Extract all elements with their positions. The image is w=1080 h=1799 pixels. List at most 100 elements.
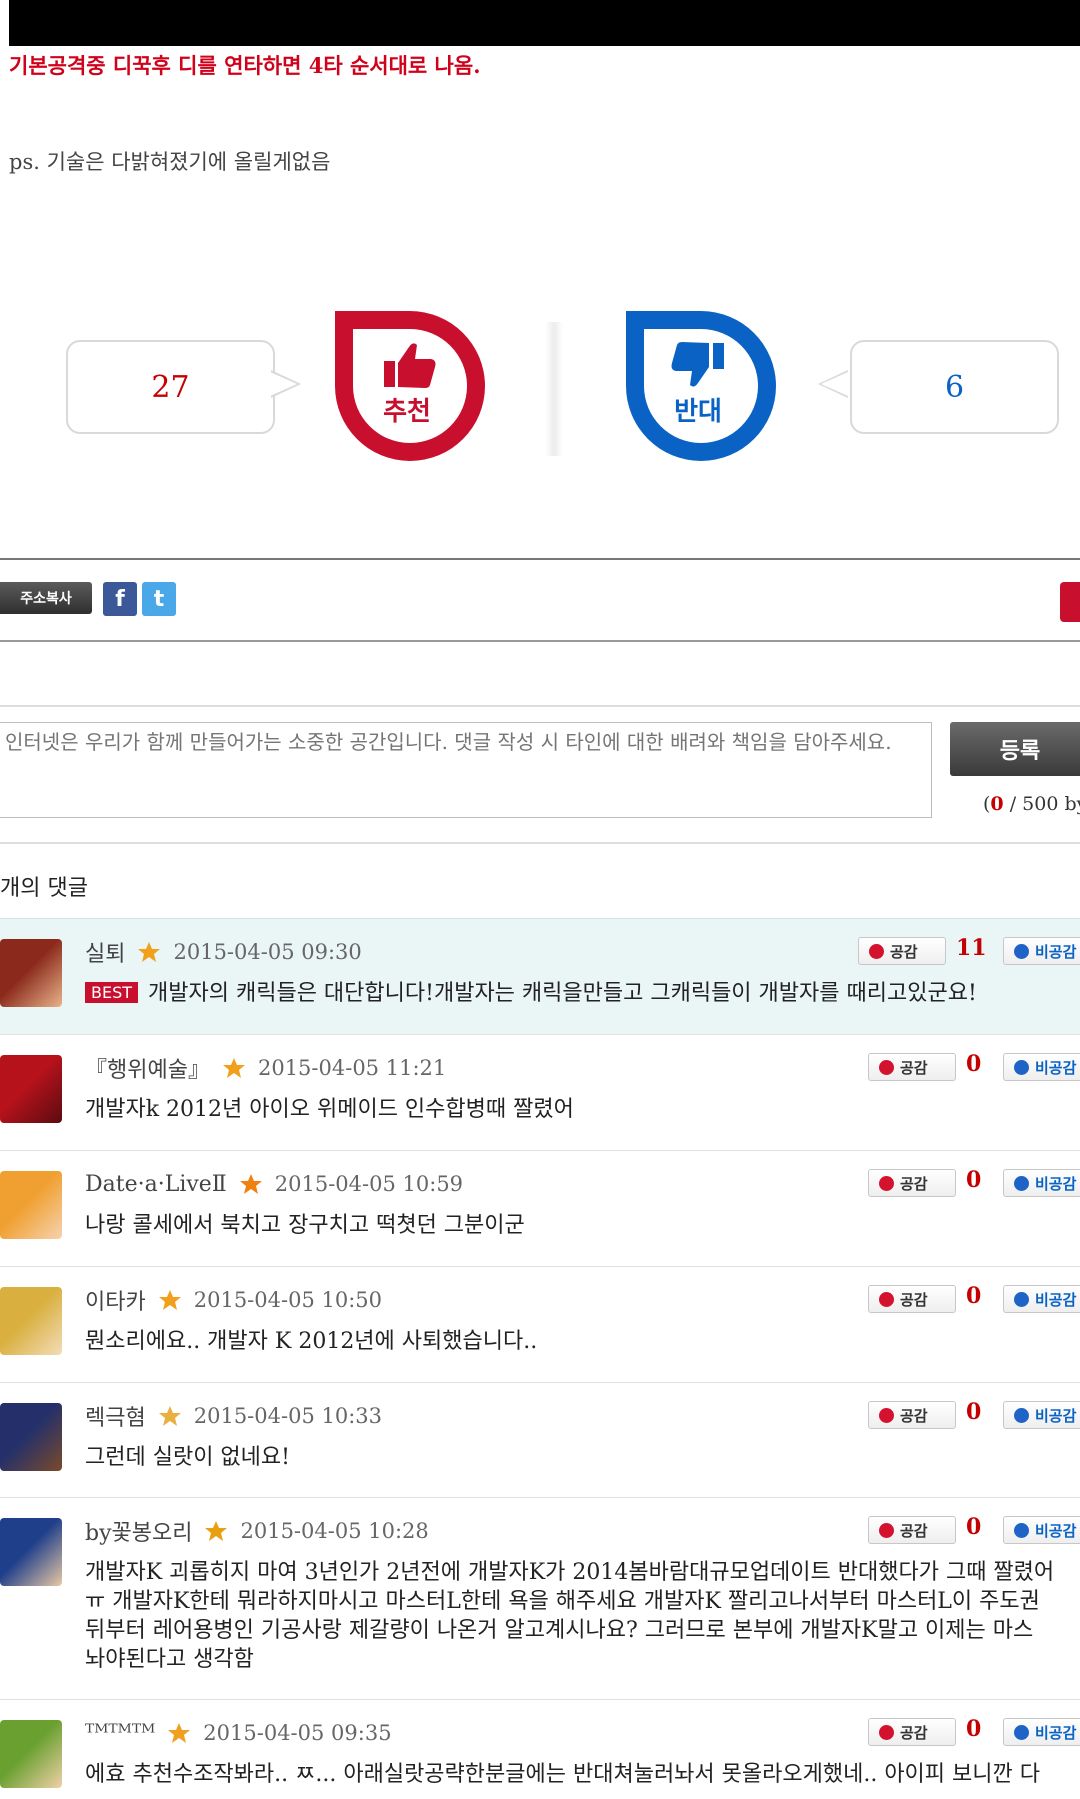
comment-header: 실퇴 2015-04-05 09:30	[85, 937, 362, 967]
avatar[interactable]	[0, 1171, 62, 1239]
comment-header: ᵀᴹᵀᴹᵀᴹ 2015-04-05 09:35	[85, 1718, 392, 1748]
comment-body: 뭔소리에요.. 개발자 K 2012년에 사퇴했습니다..	[85, 1327, 1075, 1356]
rank-badge-icon	[168, 1723, 191, 1743]
disagree-button[interactable]: 비공감	[1003, 1169, 1080, 1197]
comment-text-line: 에효 추천수조작봐라.. ㅉ... 아래실랏공략한분글에는 반대쳐눌러놔서 못올…	[85, 1762, 1040, 1787]
avatar[interactable]	[0, 1055, 62, 1123]
comment-item: 렉극혐 2015-04-05 10:33 공감 0 비공감 그런데 실랏이 없네요!	[0, 1382, 1080, 1497]
disagree-button[interactable]: 비공감	[1003, 1718, 1080, 1746]
agree-button[interactable]: 공감	[868, 1169, 956, 1197]
smile-icon	[879, 1059, 894, 1075]
comment-body: BEST 개발자의 캐릭들은 대단합니다!개발자는 캐릭을만들고 그캐릭들이 개발…	[85, 979, 1075, 1008]
comment-nickname[interactable]: 『행위예술』	[85, 1052, 210, 1084]
post-ps-line: ps. 기술은 다밝혀졌기에 올릴게없음	[9, 150, 331, 174]
recommend-count: 27	[151, 369, 190, 405]
agree-label: 공감	[900, 1406, 928, 1425]
agree-count: 0	[966, 1283, 982, 1309]
comment-text-line: 나랑 콜세에서 북치고 장구치고 떡쳣던 그분이군	[85, 1213, 525, 1238]
disagree-label: 비공감	[1035, 1521, 1077, 1540]
best-badge: BEST	[85, 982, 139, 1003]
frown-icon	[1014, 1291, 1029, 1307]
comment-nickname[interactable]: 이타카	[85, 1284, 146, 1316]
frown-icon	[1014, 1059, 1029, 1075]
avatar[interactable]	[0, 1518, 62, 1586]
comment-header: 『행위예술』 2015-04-05 11:21	[85, 1053, 446, 1083]
agree-button[interactable]: 공감	[868, 1285, 956, 1313]
comment-text-line: ㅠ 개발자K한테 뭐라하지마시고 마스터L한테 욕을 해주세요 개발자K 짤리고…	[85, 1589, 1040, 1614]
disagree-button[interactable]: 비공감	[1003, 1053, 1080, 1081]
disagree-button[interactable]: 비공감	[1003, 1401, 1080, 1429]
agree-label: 공감	[900, 1723, 928, 1742]
comment-item: Date·a·LiveⅡ 2015-04-05 10:59 공감 0 비공감나랑 콜세에…	[0, 1150, 1080, 1266]
oppose-count-bubble: 6	[850, 340, 1059, 434]
agree-label: 공감	[900, 1058, 928, 1077]
recommend-button[interactable]: 추천	[327, 303, 493, 469]
agree-count: 0	[966, 1514, 982, 1540]
smile-icon	[879, 1522, 894, 1538]
twitter-share-icon[interactable]: t	[142, 582, 176, 616]
comment-nickname[interactable]: 렉극혐	[85, 1400, 146, 1432]
agree-button[interactable]: 공감	[868, 1053, 956, 1081]
comment-header: Date·a·LiveⅡ 2015-04-05 10:59	[85, 1169, 463, 1199]
agree-count: 11	[956, 935, 987, 961]
post-red-notice: 기본공격중 디꾹후 디를 연타하면 4타 순서대로 나옴.	[9, 53, 481, 78]
rank-badge-icon	[222, 1058, 245, 1078]
comment-date: 2015-04-05 10:33	[193, 1404, 383, 1428]
rank-badge-icon	[239, 1174, 262, 1194]
agree-label: 공감	[900, 1521, 928, 1540]
disagree-label: 비공감	[1035, 1290, 1077, 1309]
agree-count: 0	[966, 1167, 982, 1193]
agree-button[interactable]: 공감	[858, 937, 946, 965]
avatar[interactable]	[0, 1287, 62, 1355]
comment-item: by꽃봉오리 2015-04-05 10:28 공감 0 비공감개발자K 괴롭히지 마여…	[0, 1497, 1080, 1699]
comment-item: 실퇴 2015-04-05 09:30 공감 11 비공감 BEST 개발자의 캐릭들은 대…	[0, 918, 1080, 1034]
avatar[interactable]	[0, 939, 62, 1007]
agree-button[interactable]: 공감	[868, 1718, 956, 1746]
comment-header: by꽃봉오리 2015-04-05 10:28	[85, 1516, 429, 1546]
top-black-bar	[9, 0, 1080, 46]
disagree-label: 비공감	[1035, 1723, 1077, 1742]
recommend-label: 추천	[383, 397, 431, 427]
disagree-label: 비공감	[1035, 942, 1077, 961]
comment-body: 에효 추천수조작봐라.. ㅉ... 아래실랏공략한분글에는 반대쳐눌러놔서 못올…	[85, 1760, 1075, 1789]
comment-count-title: 개의 댓글	[0, 876, 88, 901]
comment-date: 2015-04-05 10:59	[274, 1172, 464, 1196]
share-bar: 주소복사 f t	[0, 558, 1080, 642]
submit-comment-button[interactable]: 등록	[950, 722, 1080, 776]
comment-form: 등록 (0 / 500 by	[0, 705, 1080, 844]
avatar[interactable]	[0, 1720, 62, 1788]
disagree-button[interactable]: 비공감	[1003, 1516, 1080, 1544]
comment-text-line: 그런데 실랏이 없네요!	[85, 1445, 290, 1470]
comment-date: 2015-04-05 09:30	[173, 940, 362, 964]
disagree-button[interactable]: 비공감	[1003, 937, 1080, 965]
disagree-label: 비공감	[1035, 1058, 1077, 1077]
comment-text-line: 놔야된다고 생각함	[85, 1647, 254, 1672]
report-button[interactable]	[1060, 582, 1080, 622]
agree-button[interactable]: 공감	[868, 1401, 956, 1429]
comment-item: ᵀᴹᵀᴹᵀᴹ 2015-04-05 09:35 공감 0 비공감에효 추천수조작봐라..…	[0, 1699, 1080, 1799]
comment-text-line: 뒤부터 레어용병인 기공사랑 제갈량이 나온거 알고계시나요? 그러므로 본부에…	[85, 1618, 1034, 1643]
comment-text-line: 뭔소리에요.. 개발자 K 2012년에 사퇴했습니다..	[85, 1329, 538, 1354]
frown-icon	[1014, 1175, 1029, 1191]
comment-nickname[interactable]: by꽃봉오리	[85, 1515, 192, 1547]
comment-nickname[interactable]: ᵀᴹᵀᴹᵀᴹ	[85, 1721, 155, 1746]
recommend-count-bubble: 27	[66, 340, 275, 434]
comment-nickname[interactable]: Date·a·LiveⅡ	[85, 1172, 227, 1197]
copy-url-button[interactable]: 주소복사	[0, 582, 92, 614]
comment-nickname[interactable]: 실퇴	[85, 936, 125, 968]
facebook-share-icon[interactable]: f	[103, 582, 137, 616]
agree-button[interactable]: 공감	[868, 1516, 956, 1544]
comment-item: 이타카 2015-04-05 10:50 공감 0 비공감 뭔소리에요.. 개발자 K 2…	[0, 1266, 1080, 1382]
comment-body: 개발자K 괴롭히지 마여 3년인가 2년전에 개발자K가 2014봄바람대규모업…	[85, 1558, 1075, 1674]
comment-input[interactable]	[0, 722, 932, 818]
disagree-button[interactable]: 비공감	[1003, 1285, 1080, 1313]
agree-count: 0	[966, 1716, 982, 1742]
oppose-label: 반대	[674, 397, 722, 427]
vote-divider	[545, 322, 563, 456]
recommend-bubble-tail-inner	[270, 372, 297, 396]
oppose-button[interactable]: 반대	[618, 303, 784, 469]
comment-text-line: BEST 개발자의 캐릭들은 대단합니다!개발자는 캐릭을만들고 그캐릭들이 개발…	[85, 979, 1075, 1008]
avatar[interactable]	[0, 1403, 62, 1471]
comment-body: 나랑 콜세에서 북치고 장구치고 떡쳣던 그분이군	[85, 1211, 1075, 1240]
smile-icon	[869, 943, 884, 959]
